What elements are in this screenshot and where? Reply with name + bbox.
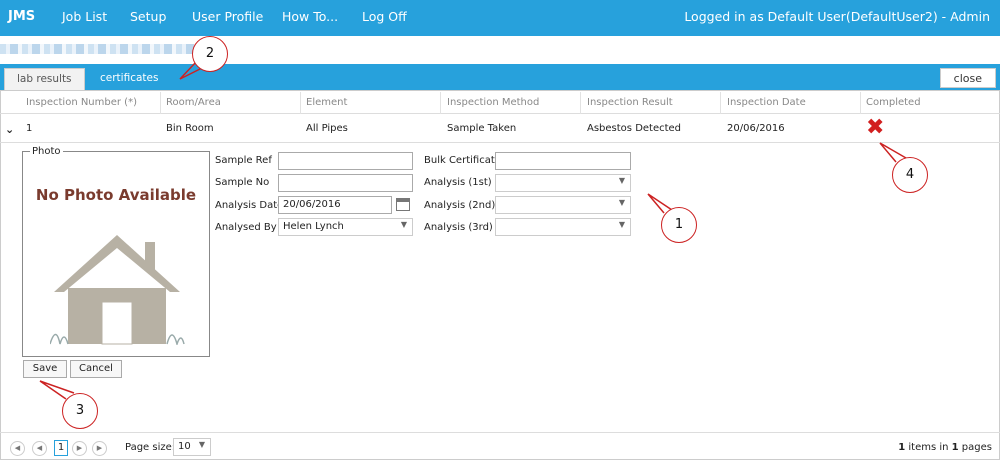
- callout-3: 3: [62, 393, 98, 429]
- callout-2: 2: [192, 36, 228, 72]
- callout-1: 1: [661, 207, 697, 243]
- callout-lines: [39, 61, 907, 400]
- callout-4: 4: [892, 157, 928, 193]
